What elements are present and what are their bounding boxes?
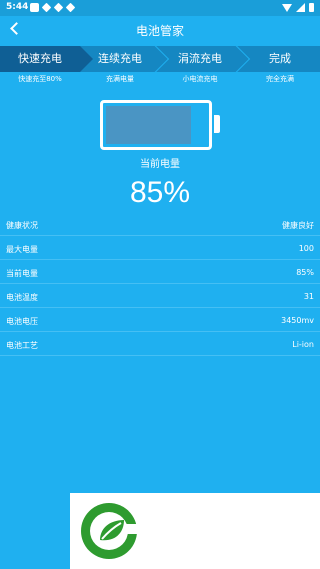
charging-steps: 快速充电 连续充电 涓流充电 完成 <box>0 44 320 74</box>
battery-info-list: 健康状况 健康良好 最大电量 100 当前电量 85% 电池温度 31 电池电压… <box>0 212 320 356</box>
system-icons <box>282 3 314 12</box>
leaf-logo-icon <box>81 503 139 559</box>
info-value: 健康良好 <box>282 221 314 230</box>
notification-diamond-icon <box>65 2 76 13</box>
step-description: 快速充至80% <box>18 75 62 83</box>
battery-graphic <box>100 100 212 150</box>
info-value: 100 <box>298 244 314 253</box>
battery-fill <box>106 106 191 144</box>
info-value: 3450mv <box>281 316 314 325</box>
step-descriptions: 快速充至80% 充满电量 小电流充电 完全充满 <box>0 74 320 86</box>
step-description: 充满电量 <box>106 75 134 83</box>
info-row-health: 健康状况 健康良好 <box>0 212 320 236</box>
notification-diamond-icon <box>41 2 52 13</box>
notification-square-icon <box>30 3 39 12</box>
step-label: 连续充电 <box>98 52 142 65</box>
battery-cap <box>214 115 220 133</box>
notification-icons <box>30 2 76 13</box>
step-fast-charge: 快速充电 <box>0 46 93 72</box>
status-bar: 5:44 <box>0 0 320 16</box>
signal-icon <box>296 3 305 12</box>
step-label: 涓流充电 <box>178 52 222 65</box>
info-label: 当前电量 <box>6 269 38 278</box>
current-level-value: 85% <box>129 176 191 209</box>
info-row-voltage: 电池电压 3450mv <box>0 308 320 332</box>
battery-status-icon <box>309 3 314 12</box>
info-label: 电池温度 <box>6 293 38 302</box>
info-value: 85% <box>296 268 314 277</box>
step-complete: 完成 <box>240 46 320 72</box>
info-value: 31 <box>303 292 314 301</box>
info-label: 健康状况 <box>6 221 38 230</box>
status-time: 5:44 <box>6 2 29 12</box>
info-row-temperature: 电池温度 31 <box>0 284 320 308</box>
info-row-max-capacity: 最大电量 100 <box>0 236 320 260</box>
ad-banner[interactable] <box>70 493 320 569</box>
step-description: 完全充满 <box>266 75 294 83</box>
info-row-current-level: 当前电量 85% <box>0 260 320 284</box>
info-label: 电池工艺 <box>6 341 38 350</box>
step-label: 完成 <box>269 52 291 65</box>
info-label: 电池电压 <box>6 317 38 326</box>
step-description: 小电流充电 <box>182 75 218 83</box>
current-level-label: 当前电量 <box>140 159 180 170</box>
title-bar: 电池管家 <box>0 16 320 43</box>
step-label: 快速充电 <box>18 52 62 65</box>
info-label: 最大电量 <box>6 245 38 254</box>
wifi-icon <box>282 3 292 12</box>
info-value: Li-ion <box>292 340 314 349</box>
page-title: 电池管家 <box>135 24 184 38</box>
notification-diamond-icon <box>53 2 64 13</box>
info-row-technology: 电池工艺 Li-ion <box>0 332 320 356</box>
